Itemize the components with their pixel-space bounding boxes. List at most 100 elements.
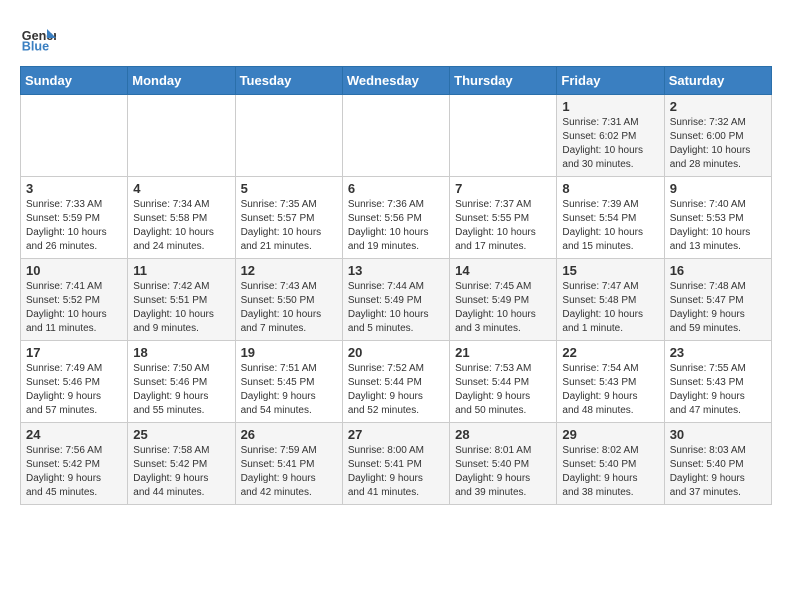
day-info: Sunrise: 7:33 AM Sunset: 5:59 PM Dayligh… — [26, 198, 122, 254]
day-number: 22 — [562, 345, 658, 360]
week-row-3: 10 Sunrise: 7:41 AM Sunset: 5:52 PM Dayli… — [21, 259, 772, 341]
day-info: Sunrise: 7:40 AM Sunset: 5:53 PM Dayligh… — [670, 198, 766, 254]
day-number: 15 — [562, 263, 658, 278]
day-header-tuesday: Tuesday — [235, 67, 342, 95]
week-row-4: 17 Sunrise: 7:49 AM Sunset: 5:46 PM Dayli… — [21, 341, 772, 423]
day-info: Sunrise: 8:01 AM Sunset: 5:40 PM Dayligh… — [455, 444, 551, 500]
calendar-table: SundayMondayTuesdayWednesdayThursdayFrid… — [20, 66, 772, 505]
day-cell: 21Sunrise: 7:53 AM Sunset: 5:44 PM Dayli… — [450, 341, 557, 423]
day-number: 29 — [562, 427, 658, 442]
day-info: Sunrise: 7:37 AM Sunset: 5:55 PM Dayligh… — [455, 198, 551, 254]
day-header-friday: Friday — [557, 67, 664, 95]
day-number: 8 — [562, 181, 658, 196]
day-cell: 30 Sunrise: 8:03 AM Sunset: 5:40 PM Dayli… — [664, 423, 771, 505]
calendar-body: 1Sunrise: 7:31 AM Sunset: 6:02 PM Daylig… — [21, 95, 772, 505]
day-number: 27 — [348, 427, 444, 442]
day-number: 25 — [133, 427, 229, 442]
day-number: 28 — [455, 427, 551, 442]
week-row-5: 24 Sunrise: 7:56 AM Sunset: 5:42 PM Dayli… — [21, 423, 772, 505]
day-cell: 13Sunrise: 7:44 AM Sunset: 5:49 PM Dayli… — [342, 259, 449, 341]
day-number: 11 — [133, 263, 229, 278]
svg-text:Blue: Blue — [22, 40, 49, 54]
day-cell: 8 Sunrise: 7:39 AM Sunset: 5:54 PM Daylig… — [557, 177, 664, 259]
day-cell: 3 Sunrise: 7:33 AM Sunset: 5:59 PM Daylig… — [21, 177, 128, 259]
day-info: Sunrise: 7:54 AM Sunset: 5:43 PM Dayligh… — [562, 362, 658, 418]
day-number: 26 — [241, 427, 337, 442]
day-cell: 26 Sunrise: 7:59 AM Sunset: 5:41 PM Dayli… — [235, 423, 342, 505]
day-info: Sunrise: 7:59 AM Sunset: 5:41 PM Dayligh… — [241, 444, 337, 500]
day-number: 4 — [133, 181, 229, 196]
day-cell: 11 Sunrise: 7:42 AM Sunset: 5:51 PM Dayli… — [128, 259, 235, 341]
day-number: 10 — [26, 263, 122, 278]
day-cell: 20 Sunrise: 7:52 AM Sunset: 5:44 PM Dayli… — [342, 341, 449, 423]
day-cell: 14 Sunrise: 7:45 AM Sunset: 5:49 PM Dayli… — [450, 259, 557, 341]
day-cell: 16 Sunrise: 7:48 AM Sunset: 5:47 PM Dayli… — [664, 259, 771, 341]
day-number: 2 — [670, 99, 766, 114]
day-info: Sunrise: 7:34 AM Sunset: 5:58 PM Dayligh… — [133, 198, 229, 254]
logo: General Blue — [20, 20, 56, 56]
day-cell — [128, 95, 235, 177]
day-cell: 12 Sunrise: 7:43 AM Sunset: 5:50 PM Dayli… — [235, 259, 342, 341]
day-info: Sunrise: 7:50 AM Sunset: 5:46 PM Dayligh… — [133, 362, 229, 418]
day-number: 14 — [455, 263, 551, 278]
day-cell: 2 Sunrise: 7:32 AM Sunset: 6:00 PM Daylig… — [664, 95, 771, 177]
day-number: 23 — [670, 345, 766, 360]
day-cell: 15 Sunrise: 7:47 AM Sunset: 5:48 PM Dayli… — [557, 259, 664, 341]
calendar-header: SundayMondayTuesdayWednesdayThursdayFrid… — [21, 67, 772, 95]
day-cell: 7Sunrise: 7:37 AM Sunset: 5:55 PM Daylig… — [450, 177, 557, 259]
day-info: Sunrise: 7:58 AM Sunset: 5:42 PM Dayligh… — [133, 444, 229, 500]
day-info: Sunrise: 7:35 AM Sunset: 5:57 PM Dayligh… — [241, 198, 337, 254]
day-info: Sunrise: 7:32 AM Sunset: 6:00 PM Dayligh… — [670, 116, 766, 172]
day-number: 24 — [26, 427, 122, 442]
day-header-saturday: Saturday — [664, 67, 771, 95]
day-info: Sunrise: 7:43 AM Sunset: 5:50 PM Dayligh… — [241, 280, 337, 336]
day-number: 12 — [241, 263, 337, 278]
day-number: 5 — [241, 181, 337, 196]
day-number: 19 — [241, 345, 337, 360]
day-cell: 29 Sunrise: 8:02 AM Sunset: 5:40 PM Dayli… — [557, 423, 664, 505]
day-info: Sunrise: 7:47 AM Sunset: 5:48 PM Dayligh… — [562, 280, 658, 336]
day-number: 30 — [670, 427, 766, 442]
day-number: 16 — [670, 263, 766, 278]
day-info: Sunrise: 8:02 AM Sunset: 5:40 PM Dayligh… — [562, 444, 658, 500]
day-cell: 22 Sunrise: 7:54 AM Sunset: 5:43 PM Dayli… — [557, 341, 664, 423]
day-cell: 24 Sunrise: 7:56 AM Sunset: 5:42 PM Dayli… — [21, 423, 128, 505]
day-number: 17 — [26, 345, 122, 360]
day-info: Sunrise: 8:03 AM Sunset: 5:40 PM Dayligh… — [670, 444, 766, 500]
day-number: 18 — [133, 345, 229, 360]
day-number: 20 — [348, 345, 444, 360]
day-number: 1 — [562, 99, 658, 114]
day-cell: 17 Sunrise: 7:49 AM Sunset: 5:46 PM Dayli… — [21, 341, 128, 423]
day-cell — [21, 95, 128, 177]
day-number: 9 — [670, 181, 766, 196]
day-info: Sunrise: 7:45 AM Sunset: 5:49 PM Dayligh… — [455, 280, 551, 336]
day-info: Sunrise: 7:49 AM Sunset: 5:46 PM Dayligh… — [26, 362, 122, 418]
logo-icon: General Blue — [20, 20, 56, 56]
day-info: Sunrise: 7:39 AM Sunset: 5:54 PM Dayligh… — [562, 198, 658, 254]
day-header-monday: Monday — [128, 67, 235, 95]
day-cell: 10 Sunrise: 7:41 AM Sunset: 5:52 PM Dayli… — [21, 259, 128, 341]
day-info: Sunrise: 7:52 AM Sunset: 5:44 PM Dayligh… — [348, 362, 444, 418]
day-header-wednesday: Wednesday — [342, 67, 449, 95]
day-number: 13 — [348, 263, 444, 278]
day-cell: 25 Sunrise: 7:58 AM Sunset: 5:42 PM Dayli… — [128, 423, 235, 505]
day-cell: 6Sunrise: 7:36 AM Sunset: 5:56 PM Daylig… — [342, 177, 449, 259]
day-info: Sunrise: 7:41 AM Sunset: 5:52 PM Dayligh… — [26, 280, 122, 336]
day-cell: 19Sunrise: 7:51 AM Sunset: 5:45 PM Dayli… — [235, 341, 342, 423]
day-info: Sunrise: 7:42 AM Sunset: 5:51 PM Dayligh… — [133, 280, 229, 336]
day-info: Sunrise: 7:48 AM Sunset: 5:47 PM Dayligh… — [670, 280, 766, 336]
week-row-2: 3 Sunrise: 7:33 AM Sunset: 5:59 PM Daylig… — [21, 177, 772, 259]
day-cell: 28 Sunrise: 8:01 AM Sunset: 5:40 PM Dayli… — [450, 423, 557, 505]
day-header-sunday: Sunday — [21, 67, 128, 95]
week-row-1: 1Sunrise: 7:31 AM Sunset: 6:02 PM Daylig… — [21, 95, 772, 177]
day-header-thursday: Thursday — [450, 67, 557, 95]
day-info: Sunrise: 8:00 AM Sunset: 5:41 PM Dayligh… — [348, 444, 444, 500]
day-number: 3 — [26, 181, 122, 196]
day-info: Sunrise: 7:56 AM Sunset: 5:42 PM Dayligh… — [26, 444, 122, 500]
day-cell: 23Sunrise: 7:55 AM Sunset: 5:43 PM Dayli… — [664, 341, 771, 423]
day-cell: 27 Sunrise: 8:00 AM Sunset: 5:41 PM Dayli… — [342, 423, 449, 505]
day-info: Sunrise: 7:36 AM Sunset: 5:56 PM Dayligh… — [348, 198, 444, 254]
page-header: General Blue — [20, 20, 772, 56]
day-cell — [235, 95, 342, 177]
day-cell: 18 Sunrise: 7:50 AM Sunset: 5:46 PM Dayli… — [128, 341, 235, 423]
